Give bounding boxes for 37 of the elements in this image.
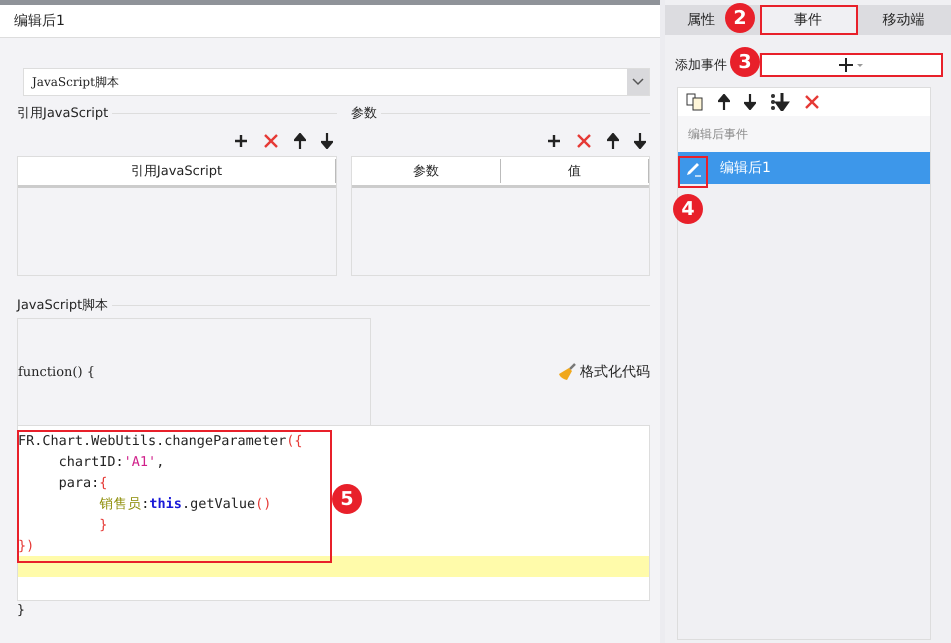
dialog-title: 编辑后1: [14, 12, 65, 30]
move-bottom-icon[interactable]: [770, 93, 790, 111]
up-arrow-icon[interactable]: [718, 94, 730, 110]
format-code-button[interactable]: 格式化代码: [558, 362, 650, 380]
code-line: FR.Chart.WebUtils.changeParameter({: [18, 432, 302, 448]
column-header: 值: [500, 159, 649, 183]
group-label: 编辑后事件: [688, 127, 748, 141]
column-header: 引用JavaScript: [18, 159, 336, 183]
copy-icon[interactable]: [686, 93, 704, 111]
type-dropdown[interactable]: JavaScript脚本: [23, 68, 650, 96]
add-icon[interactable]: [547, 134, 561, 148]
column-header: 参数: [352, 159, 500, 183]
up-arrow-icon[interactable]: [294, 133, 306, 149]
add-event-label: 添加事件: [675, 57, 727, 74]
code-text: }: [17, 603, 26, 618]
down-arrow-icon[interactable]: [744, 94, 756, 110]
code-line: para:{: [58, 474, 108, 490]
broom-icon: [558, 362, 576, 380]
event-label: 编辑后1: [720, 159, 771, 177]
code-text: function() {: [18, 364, 95, 380]
down-arrow-icon[interactable]: [634, 133, 646, 149]
delete-icon[interactable]: [263, 133, 279, 149]
up-arrow-icon[interactable]: [607, 133, 619, 149]
section-title: JavaScript脚本: [17, 297, 108, 314]
code-line: 销售员:this.getValue(): [98, 494, 272, 512]
section-title: 引用JavaScript: [17, 105, 108, 122]
code-line: chartID:'A1',: [58, 454, 164, 470]
add-icon: [838, 57, 864, 73]
delete-icon[interactable]: [576, 133, 592, 149]
chevron-down-icon: [632, 78, 644, 86]
code-line: }: [98, 516, 108, 532]
add-icon[interactable]: [234, 134, 248, 148]
down-arrow-icon[interactable]: [321, 133, 333, 149]
delete-icon[interactable]: [804, 94, 820, 110]
code-line: }): [18, 538, 34, 554]
highlight-frame: [678, 156, 708, 188]
section-title: 参数: [351, 105, 377, 122]
